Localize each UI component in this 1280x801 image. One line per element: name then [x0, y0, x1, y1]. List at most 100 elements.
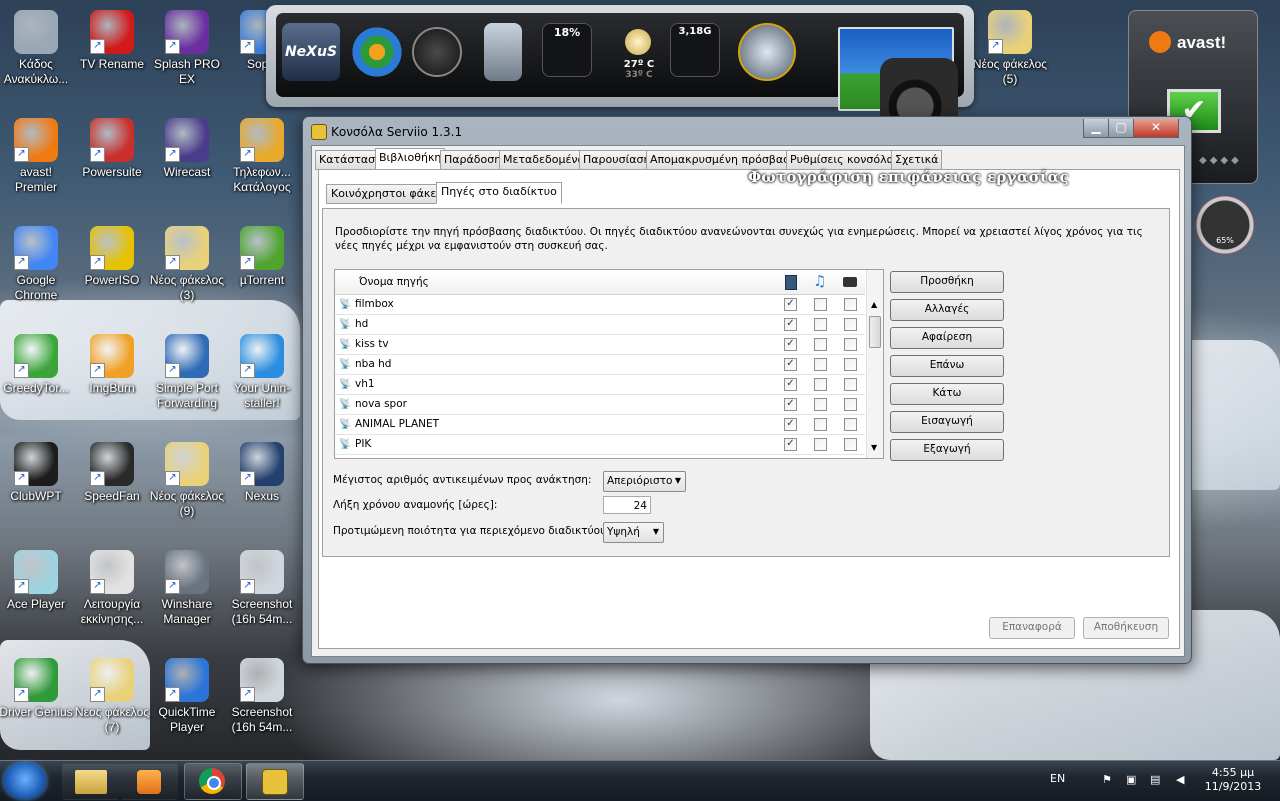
audio-checkbox[interactable] — [814, 338, 827, 351]
desktop-icon[interactable]: ↗ Nexus — [224, 442, 300, 504]
desktop-icon[interactable]: ↗ PowerISO — [74, 226, 150, 288]
image-checkbox[interactable] — [844, 378, 857, 391]
tab-remote-access[interactable]: Απομακρυσμένη πρόσβαση — [646, 150, 802, 170]
table-row[interactable]: 📡 nba hd ✓ — [335, 355, 865, 375]
table-row[interactable]: 📡 hd ✓ — [335, 315, 865, 335]
desktop-icon[interactable]: ↗ Νέος φάκελος (5) — [970, 10, 1050, 87]
table-row[interactable]: 📡 ANIMAL PLANET ✓ — [335, 415, 865, 435]
photo-icon[interactable] — [843, 277, 857, 287]
audio-checkbox[interactable] — [814, 418, 827, 431]
audio-checkbox[interactable] — [814, 438, 827, 451]
tab-library[interactable]: Βιβλιοθήκη — [375, 148, 446, 170]
maximize-button[interactable]: ▢ — [1108, 119, 1134, 138]
desktop-icon[interactable]: ↗ TV Rename — [74, 10, 150, 72]
desktop-icon[interactable]: ↗ ImgBurn — [74, 334, 150, 396]
export-button[interactable]: Εξαγωγή — [890, 439, 1004, 461]
scroll-up-arrow-icon[interactable]: ▲ — [871, 300, 877, 309]
image-checkbox[interactable] — [844, 418, 857, 431]
table-row[interactable]: 📡 PIK ✓ — [335, 435, 865, 455]
video-checkbox[interactable]: ✓ — [784, 298, 797, 311]
taskbar-chrome-button[interactable] — [184, 763, 242, 800]
desktop-icon[interactable]: ↗ Driver Genius — [0, 658, 74, 720]
tab-about[interactable]: Σχετικά — [891, 150, 943, 170]
desktop-icon[interactable]: ↗ Powersuite — [74, 118, 150, 180]
scroll-down-arrow-icon[interactable]: ▼ — [871, 443, 877, 452]
move-down-button[interactable]: Κάτω — [890, 383, 1004, 405]
desktop-icon[interactable]: ↗ Screenshot (16h 54m... — [224, 658, 300, 735]
desktop-icon[interactable]: ↗ Your Unin-staller! — [224, 334, 300, 411]
add-button[interactable]: Προσθήκη — [890, 271, 1004, 293]
audio-checkbox[interactable] — [814, 398, 827, 411]
recycle-bin-icon[interactable] — [484, 23, 522, 81]
network-globe-icon[interactable] — [738, 23, 796, 81]
scroll-thumb[interactable] — [869, 316, 881, 348]
desktop-icon[interactable]: ↗ avast! Premier — [0, 118, 74, 195]
save-button[interactable]: Αποθήκευση — [1083, 617, 1169, 639]
desktop-icon[interactable]: ↗ Νέος φάκελος (9) — [149, 442, 225, 519]
desktop-icon[interactable]: ↗ ClubWPT — [0, 442, 74, 504]
reset-button[interactable]: Επαναφορά — [989, 617, 1075, 639]
language-indicator[interactable]: EN — [1050, 772, 1065, 785]
start-button[interactable] — [4, 763, 46, 799]
audio-checkbox[interactable] — [814, 378, 827, 391]
desktop-icon[interactable]: Κάδος Ανακύκλω... — [0, 10, 74, 87]
device-icon[interactable]: ▣ — [1126, 773, 1136, 786]
tab-console-settings[interactable]: Ρυθμίσεις κονσόλας — [786, 150, 905, 170]
table-vertical-scrollbar[interactable]: ▲ ▼ — [866, 270, 883, 458]
desktop-icon[interactable]: ↗ Screenshot (16h 54m... — [224, 550, 300, 627]
quality-select[interactable]: Υψηλή ▼ — [603, 522, 664, 543]
move-up-button[interactable]: Επάνω — [890, 355, 1004, 377]
tab-delivery[interactable]: Παράδοση — [440, 150, 506, 170]
nexus-logo-icon[interactable]: NeXuS — [282, 23, 340, 81]
audio-checkbox[interactable] — [814, 298, 827, 311]
desktop-icon[interactable]: ↗ µTorrent — [224, 226, 300, 288]
clock-icon[interactable] — [412, 27, 462, 77]
tab-presentation[interactable]: Παρουσίαση — [579, 150, 655, 170]
action-center-flag-icon[interactable]: ⚑ — [1102, 773, 1112, 786]
taskbar-clock[interactable]: 4:55 μμ 11/9/2013 — [1198, 766, 1268, 794]
edit-button[interactable]: Αλλαγές — [890, 299, 1004, 321]
close-button[interactable]: ✕ — [1133, 119, 1179, 138]
audio-checkbox[interactable] — [814, 318, 827, 331]
image-checkbox[interactable] — [844, 298, 857, 311]
window-titlebar[interactable]: Κονσόλα Serviio 1.3.1 ▁ ▢ ✕ — [303, 117, 1191, 145]
import-button[interactable]: Εισαγωγή — [890, 411, 1004, 433]
max-items-select[interactable]: Απεριόριστο ▼ — [603, 471, 686, 492]
desktop-icon[interactable]: ↗ Google Chrome — [0, 226, 74, 303]
video-checkbox[interactable]: ✓ — [784, 378, 797, 391]
table-row[interactable]: 📡 filmbox ✓ — [335, 295, 865, 315]
table-row[interactable]: 📡 nova spor ✓ — [335, 395, 865, 415]
desktop-icon[interactable]: ↗ Ace Player — [0, 550, 74, 612]
video-checkbox[interactable]: ✓ — [784, 438, 797, 451]
video-checkbox[interactable]: ✓ — [784, 418, 797, 431]
column-header-source-name[interactable]: Όνομα πηγής — [359, 276, 429, 288]
desktop-icon[interactable]: ↗ Νέος φάκελος (3) — [149, 226, 225, 303]
taskbar-serviio-button[interactable] — [246, 763, 304, 800]
avast-social-icons[interactable]: ◆◆◆◆ — [1199, 155, 1242, 166]
desktop-icon[interactable]: ↗ Νεος φάκελος (7) — [74, 658, 150, 735]
windows-logo-icon[interactable] — [348, 23, 406, 81]
desktop-icon[interactable]: ↗ Splash PRO EX — [149, 10, 225, 87]
desktop-icon[interactable]: ↗ GreedyTor... — [0, 334, 74, 396]
desktop-icon[interactable]: ↗ Τηλεφων... Κατάλογος — [224, 118, 300, 195]
desktop-icon[interactable]: ↗ QuickTime Player — [149, 658, 225, 735]
taskbar-media-player-button[interactable] — [120, 763, 178, 800]
audio-checkbox[interactable] — [814, 358, 827, 371]
network-icon[interactable]: ▤ — [1150, 773, 1160, 786]
image-checkbox[interactable] — [844, 338, 857, 351]
video-checkbox[interactable]: ✓ — [784, 398, 797, 411]
table-row[interactable]: 📡 kiss tv ✓ — [335, 335, 865, 355]
timeout-hours-input[interactable]: 24 — [603, 496, 651, 514]
desktop-icon[interactable]: ↗ Simple Port Forwarding — [149, 334, 225, 411]
image-checkbox[interactable] — [844, 358, 857, 371]
video-icon[interactable] — [785, 275, 797, 290]
video-checkbox[interactable]: ✓ — [784, 318, 797, 331]
minimize-button[interactable]: ▁ — [1083, 119, 1109, 138]
taskbar-explorer-button[interactable] — [62, 763, 120, 800]
weather-icon[interactable]: 27º C 33º C — [610, 23, 668, 81]
remove-button[interactable]: Αφαίρεση — [890, 327, 1004, 349]
volume-icon[interactable]: ◀ — [1176, 773, 1184, 786]
desktop-icon[interactable]: ↗ Λειτουργία εκκίνησης... — [74, 550, 150, 627]
music-icon[interactable]: ♫ — [813, 272, 826, 290]
tab-metadata[interactable]: Μεταδεδομένα — [499, 150, 589, 170]
